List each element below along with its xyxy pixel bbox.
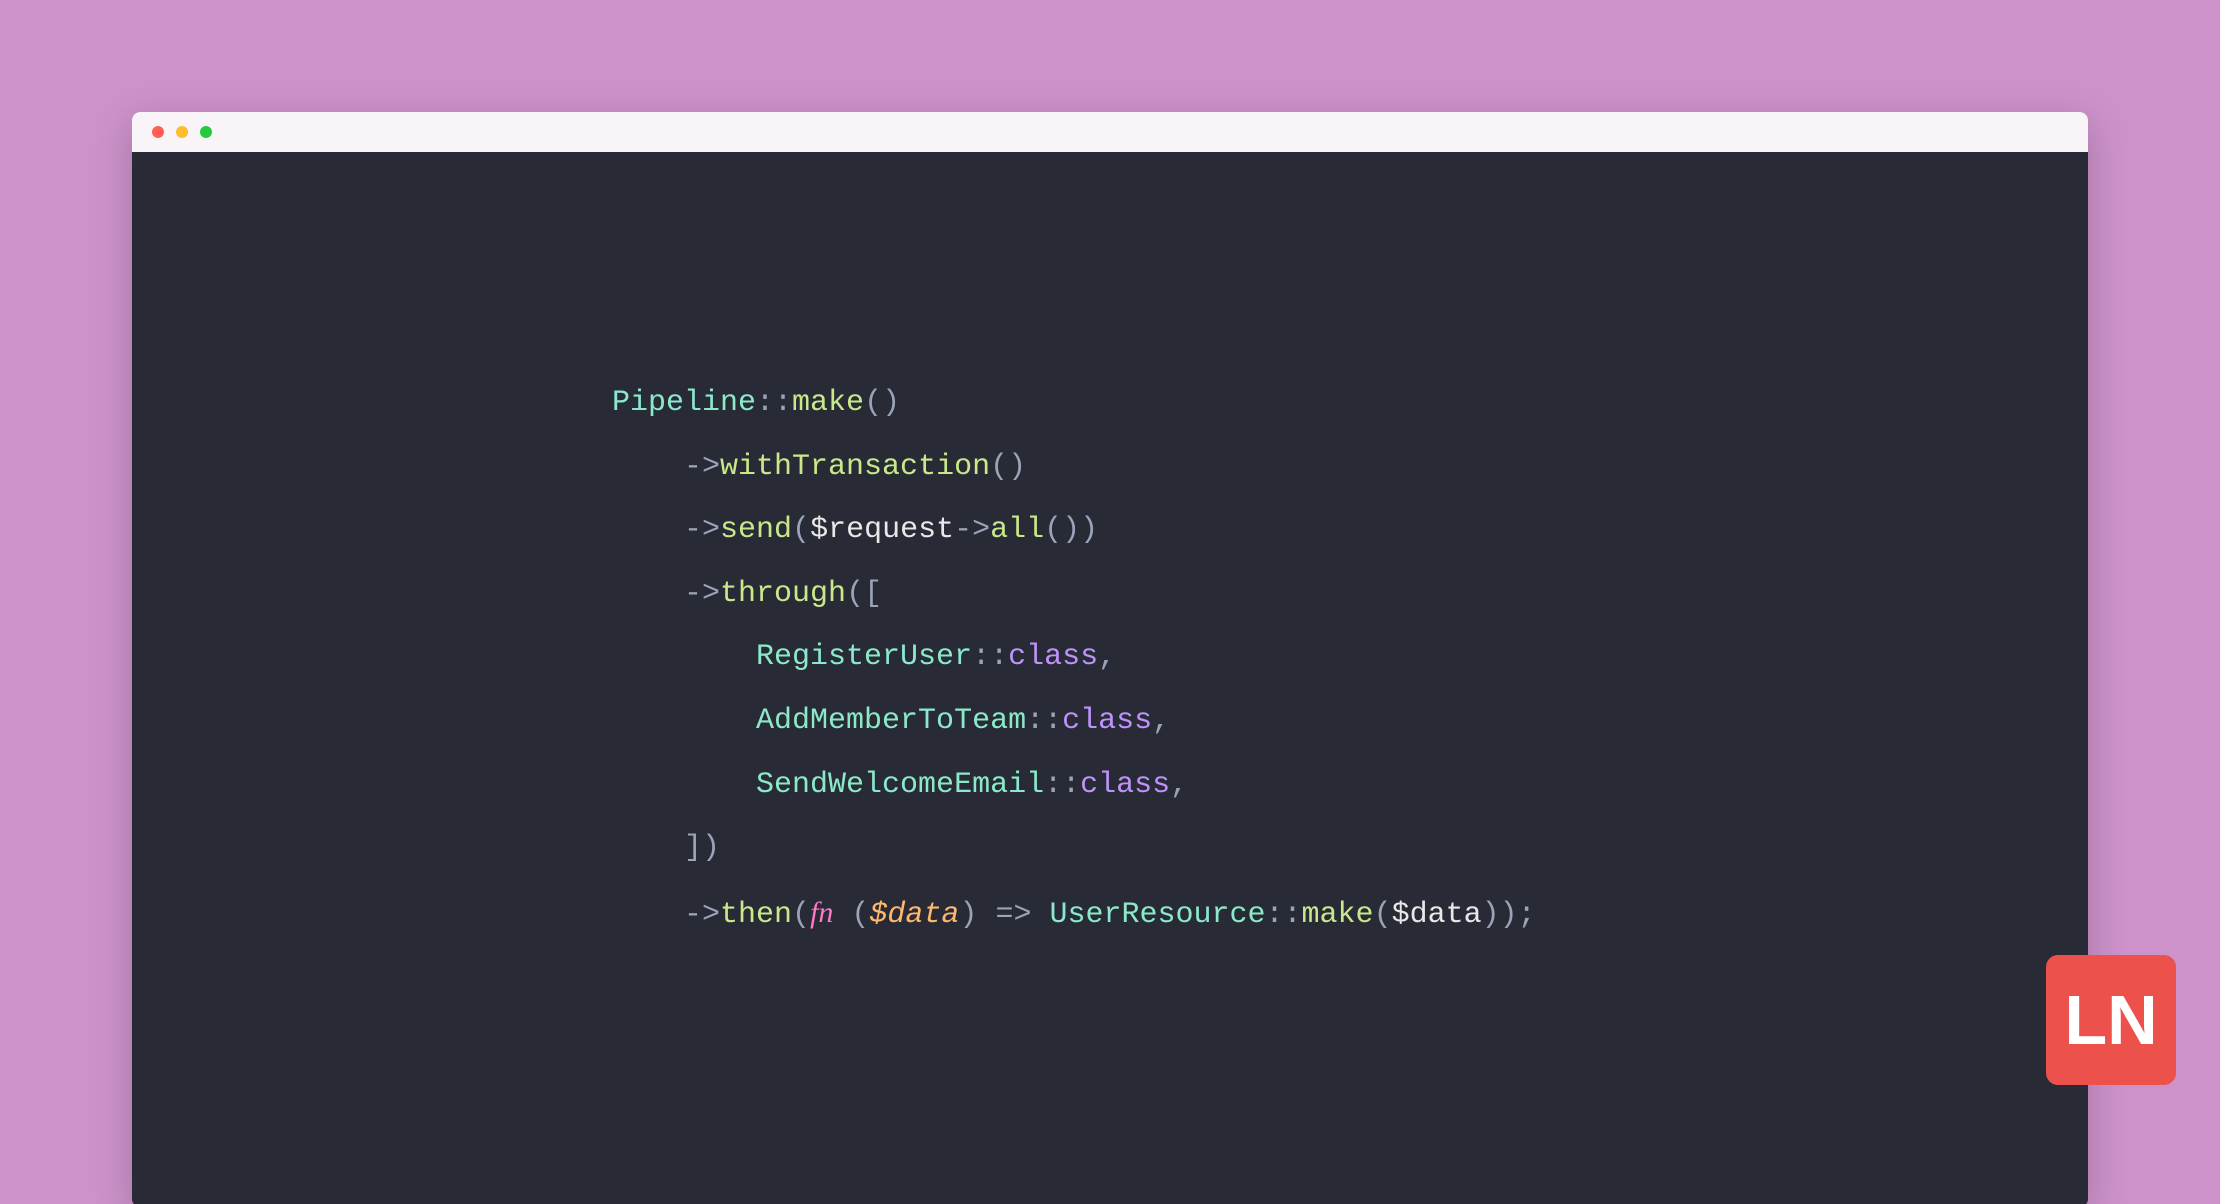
code-token xyxy=(612,704,756,738)
code-editor: Pipeline::make() ->withTransaction() ->s… xyxy=(132,152,2088,1204)
code-token: -> xyxy=(684,450,720,484)
code-token: ( xyxy=(833,898,869,932)
code-token: :: xyxy=(972,640,1008,674)
code-token: :: xyxy=(1026,704,1062,738)
code-token: -> xyxy=(684,513,720,547)
code-token: make xyxy=(1302,898,1374,932)
code-token: () xyxy=(864,386,900,420)
code-token: UserResource xyxy=(1049,898,1265,932)
maximize-icon[interactable] xyxy=(200,126,212,138)
code-block: Pipeline::make() ->withTransaction() ->s… xyxy=(612,372,1998,947)
code-token: SendWelcomeEmail xyxy=(756,768,1044,802)
code-token: :: xyxy=(756,386,792,420)
code-token: )); xyxy=(1482,898,1536,932)
code-token: :: xyxy=(1266,898,1302,932)
code-token: then xyxy=(720,898,792,932)
code-token xyxy=(612,898,684,932)
code-token: () xyxy=(990,450,1026,484)
code-token: ]) xyxy=(684,831,720,865)
code-window: Pipeline::make() ->withTransaction() ->s… xyxy=(132,112,2088,1204)
code-token: RegisterUser xyxy=(756,640,972,674)
close-icon[interactable] xyxy=(152,126,164,138)
code-token: :: xyxy=(1044,768,1080,802)
code-token: ( xyxy=(792,513,810,547)
code-token xyxy=(612,450,684,484)
code-token: make xyxy=(792,386,864,420)
code-token: all xyxy=(990,513,1044,547)
code-token xyxy=(612,640,756,674)
code-token: $data xyxy=(1392,898,1482,932)
minimize-icon[interactable] xyxy=(176,126,188,138)
code-token: , xyxy=(1098,640,1116,674)
code-token: ()) xyxy=(1044,513,1098,547)
code-token xyxy=(612,831,684,865)
code-token: class xyxy=(1062,704,1152,738)
code-token: fn xyxy=(810,896,833,929)
code-token: send xyxy=(720,513,792,547)
brand-logo: LN xyxy=(2046,955,2176,1085)
code-token: withTransaction xyxy=(720,450,990,484)
code-token: -> xyxy=(684,577,720,611)
code-token: through xyxy=(720,577,846,611)
code-token: AddMemberToTeam xyxy=(756,704,1026,738)
code-token: -> xyxy=(684,898,720,932)
code-token: => xyxy=(995,898,1031,932)
logo-text: LN xyxy=(2064,980,2157,1060)
code-token xyxy=(612,513,684,547)
window-titlebar xyxy=(132,112,2088,152)
code-token: -> xyxy=(954,513,990,547)
code-token: ([ xyxy=(846,577,882,611)
code-token: , xyxy=(1152,704,1170,738)
code-token xyxy=(1031,898,1049,932)
code-token: $request xyxy=(810,513,954,547)
code-token: ( xyxy=(792,898,810,932)
code-token: ( xyxy=(1374,898,1392,932)
code-token: , xyxy=(1170,768,1188,802)
code-token: ) xyxy=(959,898,995,932)
code-token: $data xyxy=(869,898,959,932)
code-token: Pipeline xyxy=(612,386,756,420)
code-token xyxy=(612,577,684,611)
code-token: class xyxy=(1080,768,1170,802)
code-token xyxy=(612,768,756,802)
code-token: class xyxy=(1008,640,1098,674)
